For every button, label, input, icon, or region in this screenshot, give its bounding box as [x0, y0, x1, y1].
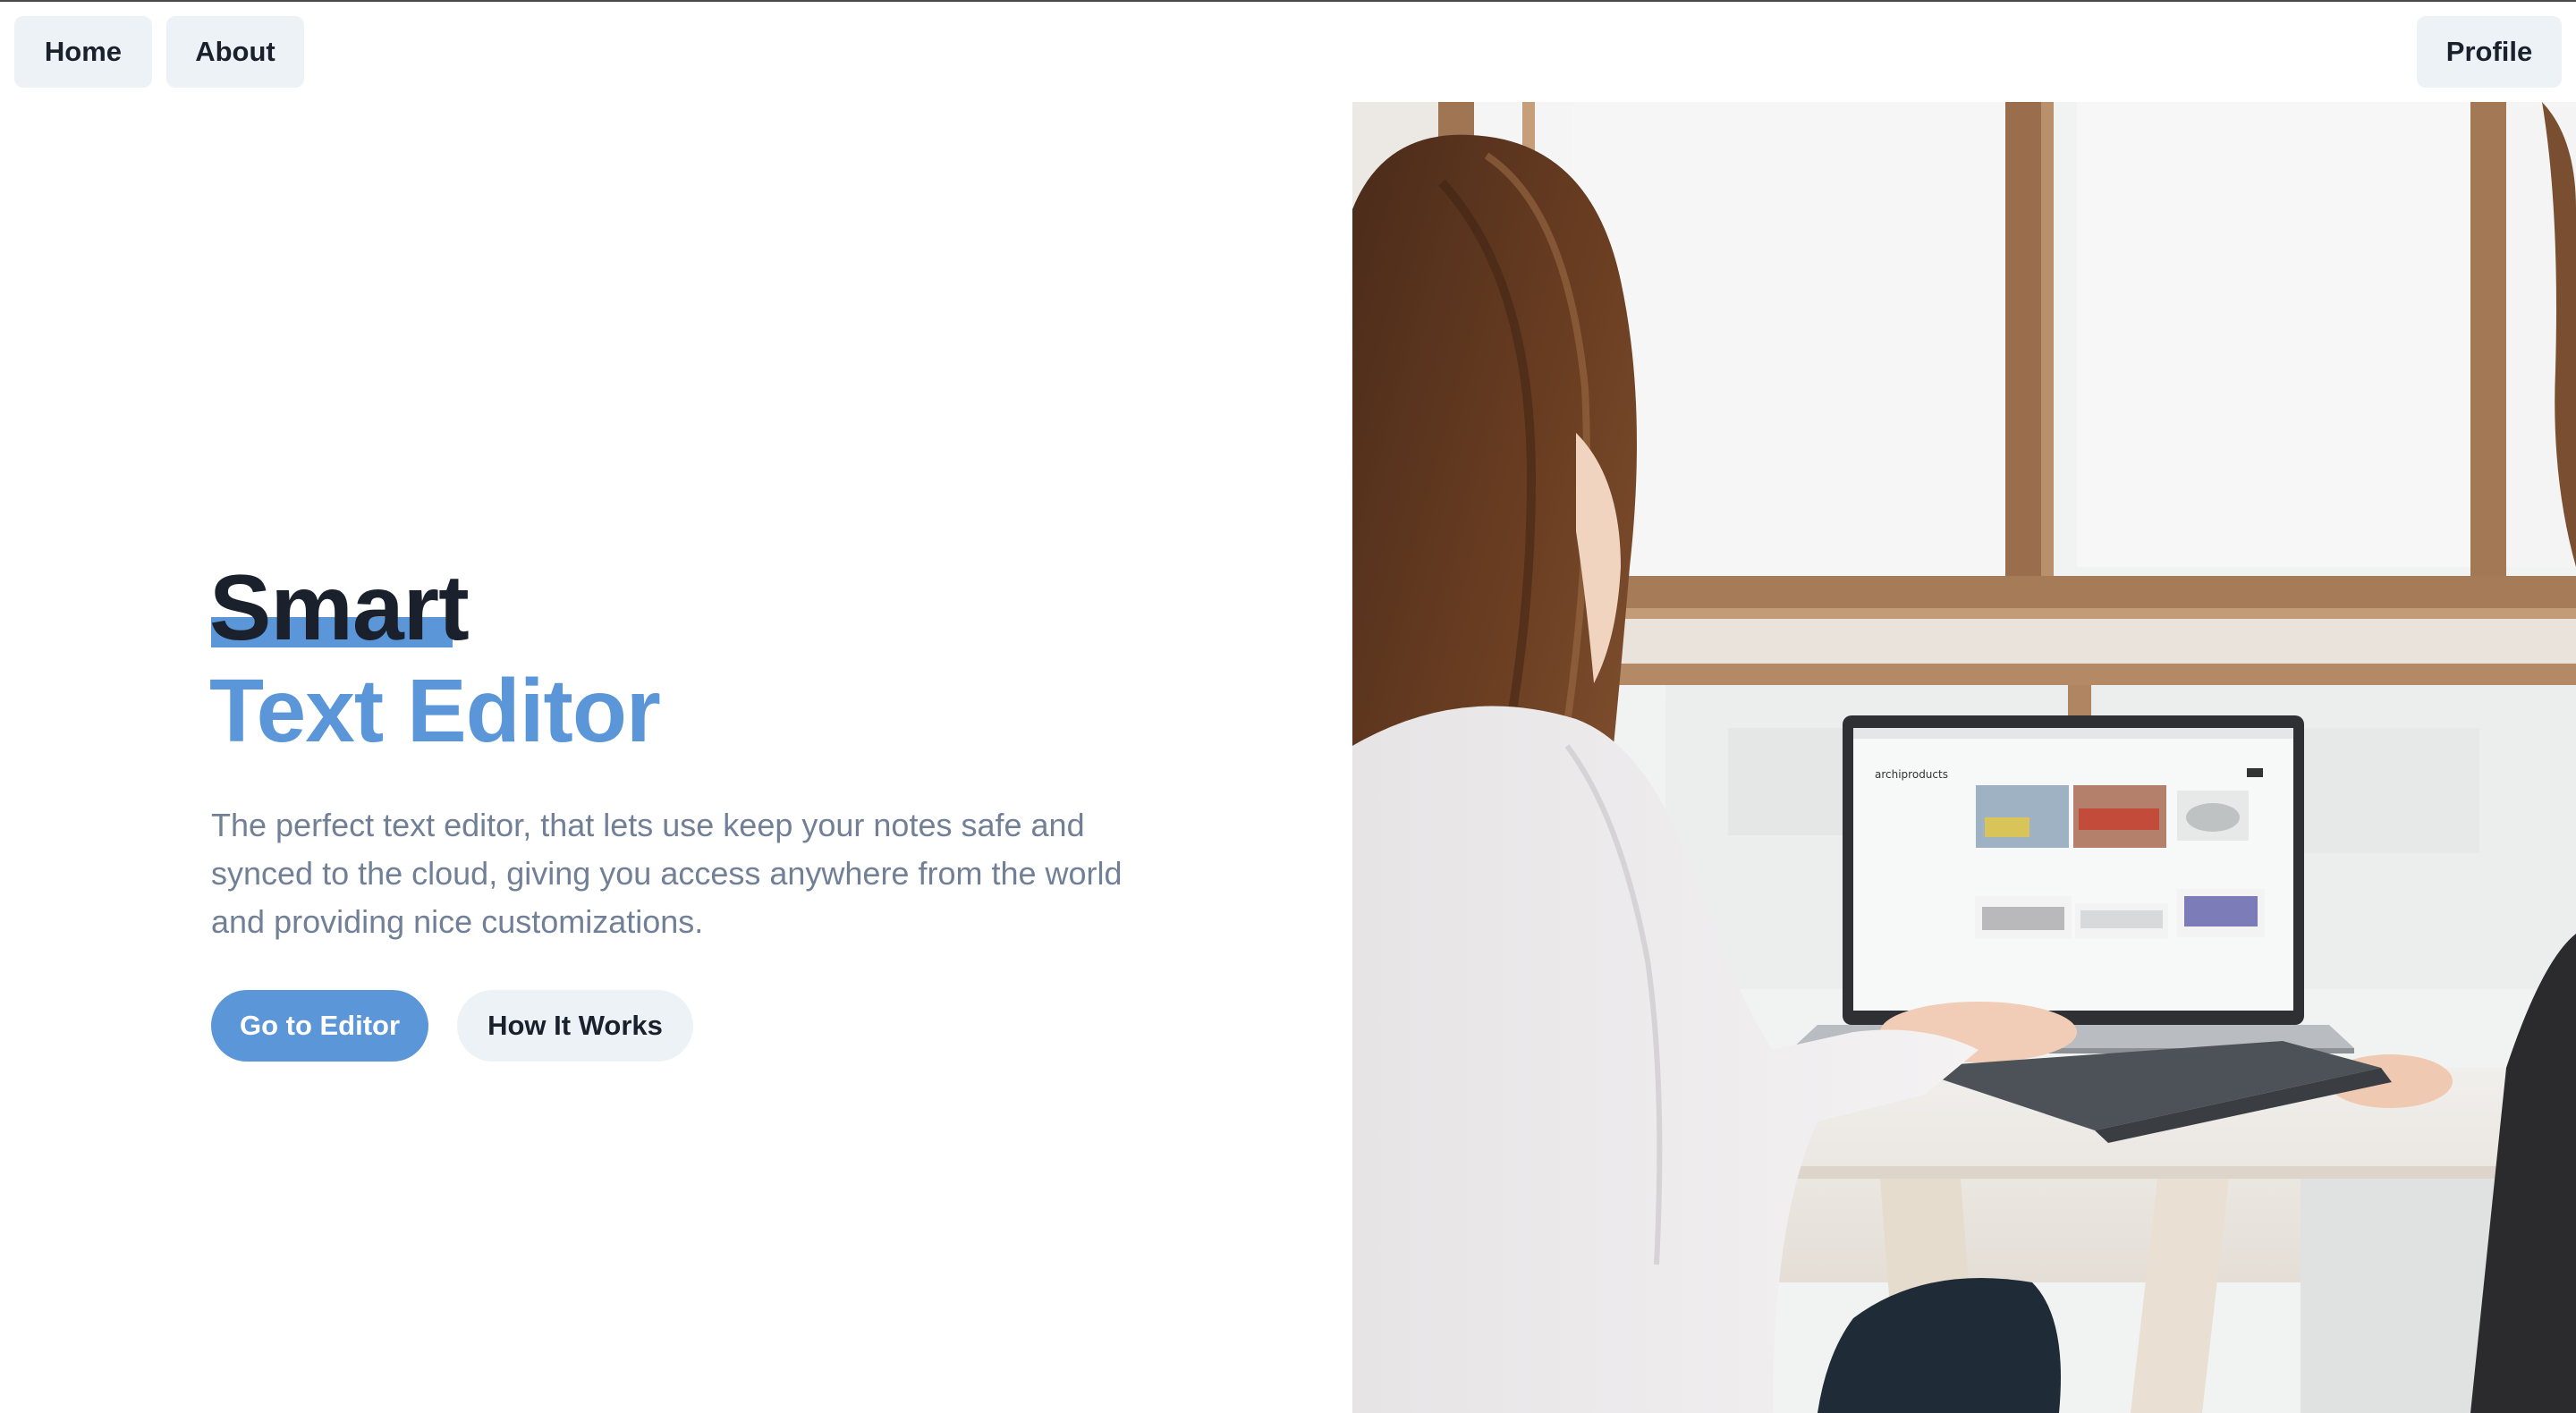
hero-image: archiproducts	[1352, 102, 2576, 1413]
hero-title-secondary: Text Editor	[209, 661, 661, 761]
how-it-works-button[interactable]: How It Works	[457, 990, 693, 1062]
go-to-editor-button[interactable]: Go to Editor	[211, 990, 428, 1062]
laptop-screen-brand: archiproducts	[1875, 768, 1948, 781]
top-navbar: Home About Profile	[0, 2, 2576, 102]
hero-description: The perfect text editor, that lets use k…	[211, 807, 1123, 940]
nav-about-button[interactable]: About	[166, 16, 304, 88]
nav-home-button[interactable]: Home	[14, 16, 152, 88]
nav-profile-button[interactable]: Profile	[2417, 16, 2562, 88]
hero-title-primary: Smart	[209, 556, 470, 660]
